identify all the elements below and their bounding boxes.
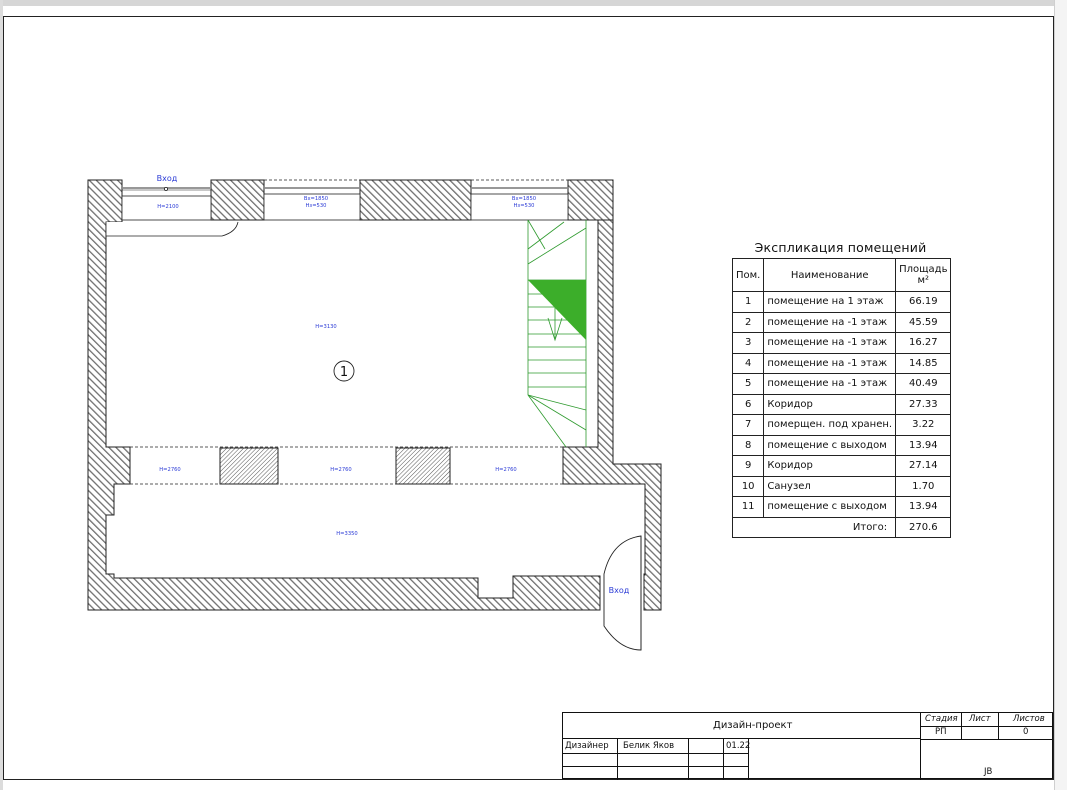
row-number: 7 (731, 414, 765, 436)
row-number: 1 (731, 291, 765, 313)
row-name: Коридор (763, 455, 897, 477)
row-name: помещение на -1 этаж (763, 373, 897, 395)
row-area: 27.33 (895, 393, 952, 415)
table-row: 5 помещение на -1 этаж 40.49 (731, 373, 952, 395)
table-row: 3 помещение на -1 этаж 16.27 (731, 332, 952, 354)
row-area: 45.59 (895, 311, 952, 333)
project-title: Дизайн-проект (713, 720, 793, 731)
table-row: 4 помещение на -1 этаж 14.85 (731, 352, 952, 374)
entrance-top-label: Вход (157, 174, 178, 183)
sheets-label: Листов (1013, 714, 1045, 724)
table-row: 9 Коридор 27.14 (731, 455, 952, 477)
row-number: 10 (731, 475, 765, 497)
table-total-row: Итого: 270.6 (731, 516, 952, 538)
row-area: 13.94 (895, 496, 952, 518)
row-area: 16.27 (895, 332, 952, 354)
stage-value: РП (935, 727, 947, 737)
row-name: помещение на -1 этаж (763, 311, 897, 333)
room-explication: Экспликация помещений Пом. Наименование … (731, 238, 952, 538)
row-number: 6 (731, 393, 765, 415)
explication-table: Пом. Наименование Площадь м² 1 помещение … (731, 258, 952, 538)
table-header-row: Пом. Наименование Площадь м² (731, 258, 952, 292)
title-block: Дизайн-проект Стадия Лист Листов РП 0 Ди… (562, 712, 1053, 780)
row-area: 27.14 (895, 455, 952, 477)
explication-title: Экспликация помещений (754, 240, 927, 255)
row-area: 1.70 (895, 475, 952, 497)
opening1-label: H=2760 (159, 467, 180, 473)
row-area: 3.22 (895, 414, 952, 436)
table-row: 6 Коридор 27.33 (731, 393, 952, 415)
row-name: помещение с выходом (763, 496, 897, 518)
door-height-label: H=2100 (157, 204, 178, 210)
row-number: 5 (731, 373, 765, 395)
table-row: 11 помещение с выходом 13.94 (731, 496, 952, 518)
explication-body: 1 помещение на 1 этаж 66.19 2 помещение на -… (731, 291, 952, 518)
row-name: помещение на -1 этаж (763, 352, 897, 374)
entrance-bottom-label: Вход (609, 586, 630, 595)
room-number: 1 (340, 365, 348, 380)
row-name: Санузел (763, 475, 897, 497)
row-number: 8 (731, 434, 765, 456)
row-number: 9 (731, 455, 765, 477)
window1-label-2: Нз=530 (306, 203, 327, 209)
corridor-height-label: H=3350 (336, 531, 357, 537)
table-row: 2 помещение на -1 этаж 45.59 (731, 311, 952, 333)
opening2-label: H=2760 (330, 467, 351, 473)
room-height-label: H=3130 (315, 324, 336, 330)
table-row: 1 помещение на 1 этаж 66.19 (731, 291, 952, 313)
window2-label-1: Вх=1850 (512, 196, 536, 202)
window2-label-2: Нз=530 (514, 203, 535, 209)
row-area: 14.85 (895, 352, 952, 374)
total-label: Итого: (731, 516, 897, 538)
drawing-sheet: Вход H=2100 Вх=1850 Нз=530 Вх=1850 Нз=53… (0, 0, 1067, 790)
row-name: помещение с выходом (763, 434, 897, 456)
walls (87, 179, 662, 611)
staircase (527, 219, 587, 448)
row-number: 4 (731, 352, 765, 374)
row-area: 40.49 (895, 373, 952, 395)
header-num: Пом. (731, 258, 765, 292)
table-row: 8 помещение с выходом 13.94 (731, 434, 952, 456)
window1-label-1: Вх=1850 (304, 196, 328, 202)
total-value: 270.6 (895, 516, 952, 538)
stair-direction-arrow (528, 280, 586, 340)
row-number: 2 (731, 311, 765, 333)
row-number: 3 (731, 332, 765, 354)
row-area: 13.94 (895, 434, 952, 456)
sheet-label: Лист (969, 714, 991, 724)
room-number-marker: 1 (333, 360, 355, 382)
sheets-value: 0 (1023, 727, 1029, 737)
header-area: Площадь м² (895, 258, 952, 292)
row-name: Коридор (763, 393, 897, 415)
room-outline (106, 446, 563, 485)
row-name: помещение на -1 этаж (763, 332, 897, 354)
row-name: помещение на 1 этаж (763, 291, 897, 313)
author-mark: JB (984, 767, 993, 777)
stamp-date: 01.22 (726, 741, 751, 751)
header-name: Наименование (763, 258, 897, 292)
designer-role: Дизайнер (565, 741, 609, 751)
table-row: 10 Санузел 1.70 (731, 475, 952, 497)
row-area: 66.19 (895, 291, 952, 313)
row-name: померщен. под хранен. (763, 414, 897, 436)
row-number: 11 (731, 496, 765, 518)
stage-label: Стадия (925, 714, 958, 724)
opening3-label: H=2760 (495, 467, 516, 473)
table-row: 7 померщен. под хранен. 3.22 (731, 414, 952, 436)
designer-name: Белик Яков (623, 741, 675, 751)
